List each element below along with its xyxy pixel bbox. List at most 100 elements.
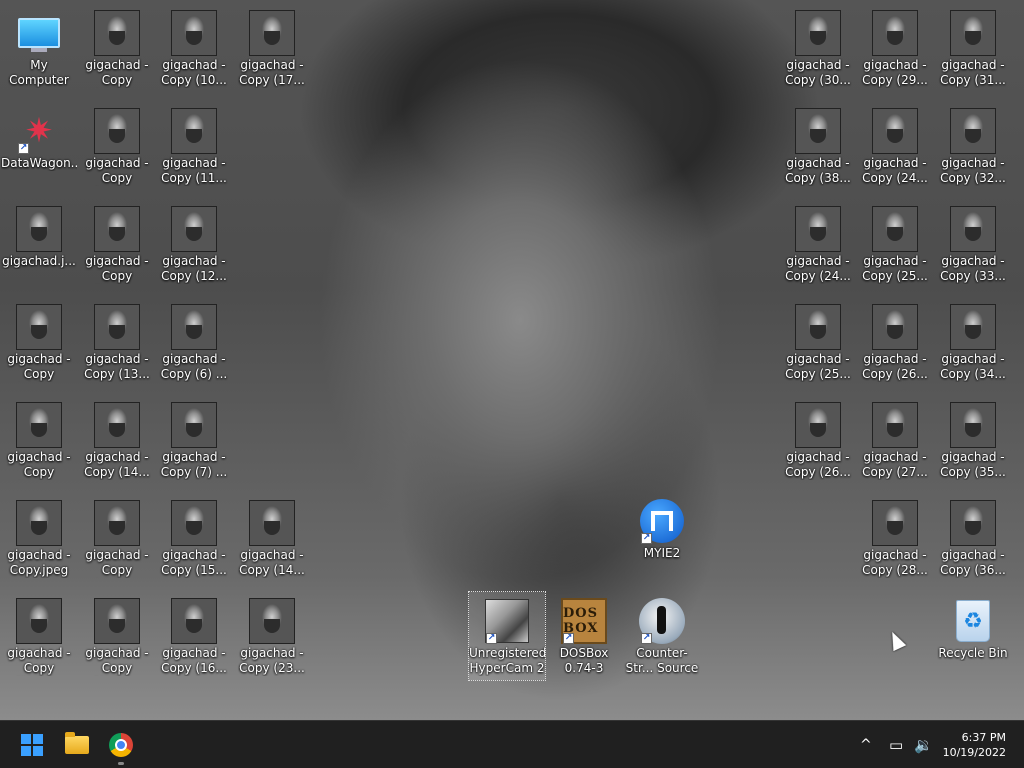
datawagon-shortcut[interactable]: ✷ ↗ DataWagon...: [1, 102, 77, 190]
shortcut-arrow-icon: ↗: [641, 633, 652, 644]
file-explorer-button[interactable]: [57, 725, 97, 765]
gigachad-copy-27-file[interactable]: gigachad - Copy (27...: [857, 396, 933, 484]
gigachad-copy-5-file[interactable]: gigachad - Copy (5).jpeg: [79, 200, 155, 288]
icon-label: gigachad - Copy (7) ...: [160, 450, 228, 479]
icon-label: gigachad - Copy (26...: [862, 352, 928, 381]
image-thumbnail-icon: [94, 206, 140, 252]
icon-label: gigachad - Copy (32...: [940, 156, 1006, 185]
image-thumbnail-icon: [795, 206, 841, 252]
icon-label: My Computer: [9, 58, 69, 87]
gigachad-copy-7b-file[interactable]: gigachad - Copy (7) ...: [156, 396, 232, 484]
icon-label: gigachad - Copy (28...: [862, 548, 928, 577]
running-indicator: [118, 762, 124, 765]
image-thumbnail-icon: [171, 500, 217, 546]
dosbox-shortcut[interactable]: DOS BOX ↗ DOSBox 0.74-3: [546, 592, 622, 680]
icon-label: gigachad - Copy (31...: [940, 58, 1006, 87]
gigachad-copy-4-file[interactable]: gigachad - Copy (4).jpeg: [79, 102, 155, 190]
tray-overflow-button[interactable]: ^: [860, 721, 872, 768]
icon-label: MYIE2: [643, 546, 681, 560]
gigachad-copy-17-file[interactable]: gigachad - Copy (17...: [234, 4, 310, 92]
my-computer-icon[interactable]: My Computer: [1, 4, 77, 92]
dosbox-icon: DOS BOX ↗: [561, 598, 607, 644]
icon-label: DOSBox 0.74-3: [559, 646, 609, 675]
gigachad-copy-3-file[interactable]: gigachad - Copy (3).jpeg: [79, 4, 155, 92]
gigachad-copy-23-file[interactable]: gigachad - Copy (23...: [234, 592, 310, 680]
gigachad-copy-14b-file[interactable]: gigachad - Copy (14...: [234, 494, 310, 582]
gigachad-copy-9-file[interactable]: gigachad - Copy (9).jpeg: [79, 592, 155, 680]
gigachad-copy-34-file[interactable]: gigachad - Copy (34...: [935, 298, 1011, 386]
gigachad-copy-6-file[interactable]: gigachad - Copy (6).jpeg: [1, 298, 77, 386]
gigachad-file[interactable]: gigachad.j...: [1, 200, 77, 288]
gigachad-copy-31-file[interactable]: gigachad - Copy (31...: [935, 4, 1011, 92]
image-thumbnail-icon: [171, 10, 217, 56]
gigachad-copy-13-file[interactable]: gigachad - Copy (13...: [79, 298, 155, 386]
gigachad-copy-38-file[interactable]: gigachad - Copy (38...: [780, 102, 856, 190]
clock[interactable]: 6:37 PM 10/19/2022: [943, 730, 1006, 760]
image-thumbnail-icon: [950, 304, 996, 350]
image-thumbnail-icon: [872, 304, 918, 350]
taskbar: ^ ▭ 🔉 6:37 PM 10/19/2022: [0, 720, 1024, 768]
gigachad-copy-6b-file[interactable]: gigachad - Copy (6) ...: [156, 298, 232, 386]
recycle-bin[interactable]: ♻ Recycle Bin: [935, 592, 1011, 680]
image-thumbnail-icon: [950, 206, 996, 252]
gigachad-copy-7-file[interactable]: gigachad - Copy (7).jpeg: [1, 396, 77, 484]
icon-label: gigachad - Copy (6).jpeg: [7, 352, 71, 381]
gigachad-copy-12-file[interactable]: gigachad - Copy (12...: [156, 200, 232, 288]
gigachad-copy-26-file[interactable]: gigachad - Copy (26...: [780, 396, 856, 484]
gigachad-copy-14-file[interactable]: gigachad - Copy (14...: [79, 396, 155, 484]
start-button[interactable]: [12, 725, 52, 765]
network-button[interactable]: ▭: [889, 721, 903, 768]
volume-button[interactable]: 🔉: [914, 721, 933, 768]
gigachad-copy-32-file[interactable]: gigachad - Copy (32...: [935, 102, 1011, 190]
clock-time: 6:37 PM: [961, 731, 1006, 744]
recycle-bin-icon: ♻: [950, 598, 996, 644]
gigachad-copy-25b-file[interactable]: gigachad - Copy (25...: [857, 200, 933, 288]
icon-label: gigachad - Copy (14...: [239, 548, 305, 577]
image-thumbnail-icon: [872, 500, 918, 546]
icon-label: gigachad - Copy (17...: [239, 58, 305, 87]
image-thumbnail-icon: [16, 598, 62, 644]
image-thumbnail-icon: [171, 108, 217, 154]
gigachad-copy-10-file[interactable]: gigachad - Copy (10...: [156, 4, 232, 92]
image-thumbnail-icon: [950, 402, 996, 448]
gigachad-copy-16-file[interactable]: gigachad - Copy (16...: [156, 592, 232, 680]
icon-label: gigachad - Copy (24...: [862, 156, 928, 185]
gigachad-copy-30-file[interactable]: gigachad - Copy (30...: [780, 4, 856, 92]
icon-label: gigachad - Copy (12...: [161, 254, 227, 283]
gigachad-copy-36-file[interactable]: gigachad - Copy (36...: [935, 494, 1011, 582]
chrome-icon: [109, 733, 133, 757]
icon-label: DataWagon...: [1, 156, 77, 170]
gigachad-copy-29-file[interactable]: gigachad - Copy (29...: [857, 4, 933, 92]
icon-label: gigachad - Copy (5).jpeg: [85, 254, 149, 283]
gigachad-copy-35-file[interactable]: gigachad - Copy (35...: [935, 396, 1011, 484]
image-thumbnail-icon: [872, 402, 918, 448]
icon-label: gigachad - Copy (25...: [862, 254, 928, 283]
gigachad-copy-26b-file[interactable]: gigachad - Copy (26...: [857, 298, 933, 386]
icon-label: gigachad - Copy (16...: [161, 646, 227, 675]
gigachad-copy-28-file[interactable]: gigachad - Copy (28...: [857, 494, 933, 582]
clock-date: 10/19/2022: [942, 746, 1006, 759]
gigachad-copy-file[interactable]: gigachad - Copy.jpeg: [1, 494, 77, 582]
icon-label: gigachad - Copy (3).jpeg: [85, 58, 149, 87]
counter-strike-shortcut[interactable]: ↗ Counter-Str... Source: [624, 592, 700, 680]
image-thumbnail-icon: [795, 108, 841, 154]
shortcut-arrow-icon: ↗: [486, 633, 497, 644]
myie2-shortcut[interactable]: ↗ MYIE2: [624, 492, 700, 580]
datawagon-icon: ✷ ↗: [18, 111, 54, 154]
shortcut-arrow-icon: ↗: [18, 143, 29, 154]
gigachad-copy-24b-file[interactable]: gigachad - Copy (24...: [857, 102, 933, 190]
image-thumbnail-icon: [171, 206, 217, 252]
icon-label: Counter-Str... Source: [625, 646, 699, 675]
icon-label: gigachad.j...: [2, 254, 76, 268]
hypercam-shortcut[interactable]: ↗ Unregistered HyperCam 2: [468, 591, 546, 681]
gigachad-copy-33-file[interactable]: gigachad - Copy (33...: [935, 200, 1011, 288]
gigachad-copy-15-file[interactable]: gigachad - Copy (15...: [156, 494, 232, 582]
gigachad-copy-8-file[interactable]: gigachad - Copy (8).jpeg: [79, 494, 155, 582]
gigachad-copy-24-file[interactable]: gigachad - Copy (24...: [780, 200, 856, 288]
image-thumbnail-icon: [16, 206, 62, 252]
gigachad-copy-25-file[interactable]: gigachad - Copy (25...: [780, 298, 856, 386]
gigachad-copy-2-file[interactable]: gigachad - Copy (2).jpeg: [1, 592, 77, 680]
icon-label: gigachad - Copy (23...: [239, 646, 305, 675]
gigachad-copy-11-file[interactable]: gigachad - Copy (11...: [156, 102, 232, 190]
chrome-button[interactable]: [101, 725, 141, 765]
